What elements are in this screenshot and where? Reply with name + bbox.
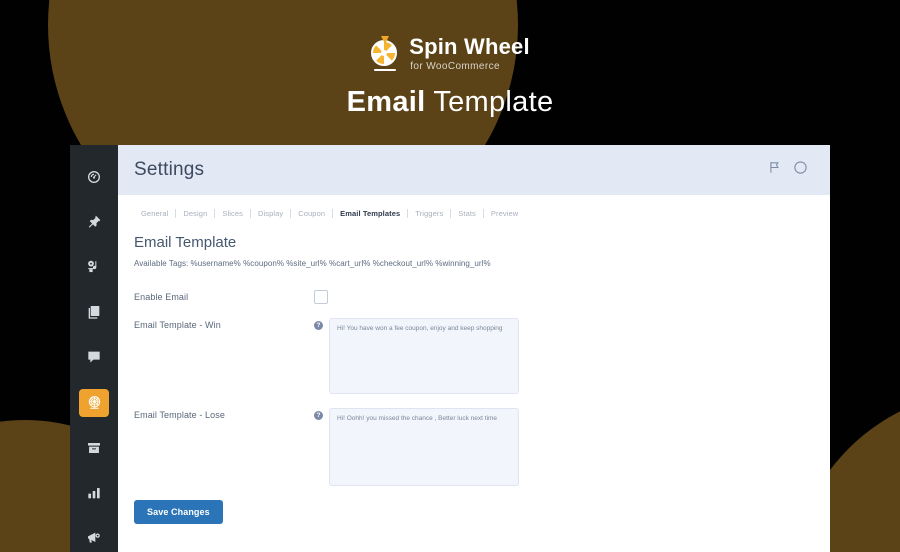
tab-stats[interactable]: Stats <box>451 209 483 218</box>
field-enable-email: Enable Email <box>134 290 830 304</box>
archive-icon <box>86 440 102 456</box>
comment-icon <box>86 349 102 365</box>
field-email-template-lose: Email Template - Lose ? Hi! Oohh! you mi… <box>134 408 830 486</box>
email-template-lose-label: Email Template - Lose <box>134 410 225 420</box>
sidebar-item-comments[interactable] <box>79 343 109 371</box>
topbar-icons <box>768 160 808 180</box>
enable-email-label: Enable Email <box>134 292 189 302</box>
email-template-win-input[interactable]: Hi! You have won a fee coupon, enjoy and… <box>329 318 519 394</box>
pages-icon <box>86 304 102 320</box>
bar-chart-icon <box>86 485 102 501</box>
app-content: Settings General Design Slices Display C… <box>118 145 830 552</box>
available-tags-text: Available Tags: %username% %coupon% %sit… <box>134 259 491 268</box>
brand-tagline: for WooCommerce <box>410 61 500 72</box>
sidebar-item-media[interactable] <box>79 253 109 281</box>
enable-email-checkbox[interactable] <box>314 290 328 304</box>
page-title-bold: Email <box>346 86 426 118</box>
save-changes-button[interactable]: Save Changes <box>134 500 223 524</box>
sidebar-item-dashboard[interactable] <box>79 163 109 191</box>
spin-wheel-icon <box>86 394 103 411</box>
pin-icon <box>86 214 102 230</box>
app-topbar: Settings <box>118 145 830 195</box>
sidebar-item-marketing[interactable] <box>79 524 109 552</box>
app-window: Settings General Design Slices Display C… <box>70 145 830 552</box>
tab-slices[interactable]: Slices <box>215 209 250 218</box>
settings-body: General Design Slices Display Coupon Ema… <box>118 195 830 552</box>
brand-logo: Spin Wheel for WooCommerce <box>0 36 900 72</box>
brand-name: Spin Wheel <box>409 34 530 59</box>
flag-icon[interactable] <box>768 160 782 180</box>
email-template-win-label: Email Template - Win <box>134 320 221 330</box>
email-template-lose-input[interactable]: Hi! Oohh! you missed the chance , Better… <box>329 408 519 486</box>
sidebar-item-pages[interactable] <box>79 298 109 326</box>
page-title-light: Template <box>433 86 554 118</box>
tab-preview[interactable]: Preview <box>484 209 525 218</box>
tab-triggers[interactable]: Triggers <box>408 209 450 218</box>
megaphone-icon <box>86 530 102 546</box>
tab-general[interactable]: General <box>134 209 175 218</box>
sidebar-item-archive[interactable] <box>79 434 109 462</box>
section-title: Email Template <box>134 234 237 251</box>
sidebar-item-spin-wheel[interactable] <box>79 388 109 417</box>
tab-design[interactable]: Design <box>176 209 214 218</box>
settings-tab-bar: General Design Slices Display Coupon Ema… <box>134 209 830 218</box>
spin-wheel-icon <box>370 36 400 72</box>
topbar-title: Settings <box>134 159 205 180</box>
tab-display[interactable]: Display <box>251 209 290 218</box>
save-row: Save Changes <box>134 500 830 524</box>
page-title: Email Template <box>0 86 900 119</box>
gauge-icon <box>86 169 102 185</box>
avatar-circle-icon[interactable] <box>793 160 808 180</box>
field-email-template-win: Email Template - Win ? Hi! You have won … <box>134 318 830 394</box>
sidebar-item-analytics[interactable] <box>79 479 109 507</box>
tab-email-templates[interactable]: Email Templates <box>333 209 407 218</box>
tab-coupon[interactable]: Coupon <box>291 209 332 218</box>
sidebar-item-posts[interactable] <box>79 208 109 236</box>
admin-sidebar <box>70 145 118 552</box>
hero-banner: Spin Wheel for WooCommerce Email Templat… <box>0 0 900 140</box>
media-icon <box>86 259 102 275</box>
help-icon[interactable]: ? <box>314 321 323 330</box>
help-icon[interactable]: ? <box>314 411 323 420</box>
